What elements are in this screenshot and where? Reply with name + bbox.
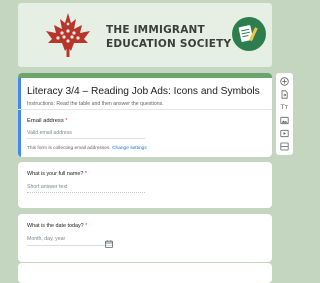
document-pen-icon [232, 17, 266, 51]
question-label-text: What is the date today? [27, 223, 84, 229]
email-label: Email address * [27, 118, 68, 124]
maple-leaf-logo-icon [38, 11, 98, 64]
form-title[interactable]: Literacy 3/4 – Reading Job Ads: Icons an… [27, 86, 260, 97]
form-header-card: Literacy 3/4 – Reading Job Ads: Icons an… [18, 73, 272, 157]
question-label: What is the date today? * [27, 223, 87, 229]
add-circle-icon [280, 77, 289, 86]
header-banner: THE IMMIGRANT EDUCATION SOCIETY [18, 3, 272, 67]
add-image-button[interactable] [279, 115, 290, 126]
date-placeholder: Month, day, year [27, 236, 66, 242]
question-label-text: What is your full name? [27, 171, 84, 177]
question-card-next[interactable] [18, 263, 272, 283]
import-questions-button[interactable] [279, 89, 290, 100]
calendar-icon[interactable] [105, 235, 113, 253]
email-label-text: Email address [27, 118, 64, 124]
required-asterisk: * [84, 171, 87, 177]
question-card-date[interactable]: What is the date today? * Month, day, ye… [18, 214, 272, 262]
question-label: What is your full name? * [27, 171, 87, 177]
question-card-full-name[interactable]: What is your full name? * [18, 162, 272, 208]
email-collection-note-text: This form is collecting email addresses. [27, 146, 111, 151]
required-asterisk: * [85, 223, 88, 229]
divider [18, 109, 272, 110]
add-title-button[interactable]: Tт [279, 102, 290, 113]
required-asterisk: * [65, 118, 68, 124]
import-icon [281, 90, 288, 99]
focus-indicator [18, 78, 21, 157]
title-icon: Tт [280, 103, 289, 111]
add-video-button[interactable] [279, 128, 290, 139]
add-section-button[interactable] [279, 141, 290, 152]
full-name-input[interactable] [27, 182, 145, 193]
image-icon [280, 116, 289, 125]
side-toolbar: Tт [276, 73, 293, 155]
organization-name: THE IMMIGRANT EDUCATION SOCIETY [106, 23, 231, 51]
video-icon [280, 129, 289, 138]
email-collection-note: This form is collecting email addresses.… [27, 146, 147, 151]
organization-name-line1: THE IMMIGRANT [106, 24, 205, 36]
add-question-button[interactable] [279, 76, 290, 87]
change-settings-link[interactable]: Change settings [112, 146, 147, 151]
date-input[interactable]: Month, day, year [27, 234, 113, 248]
organization-name-line2: EDUCATION SOCIETY [106, 38, 232, 50]
form-description[interactable]: Instructions: Read the table and then an… [27, 101, 164, 107]
theme-color-bar [18, 73, 272, 78]
email-field[interactable] [27, 128, 145, 139]
section-icon [280, 142, 289, 151]
